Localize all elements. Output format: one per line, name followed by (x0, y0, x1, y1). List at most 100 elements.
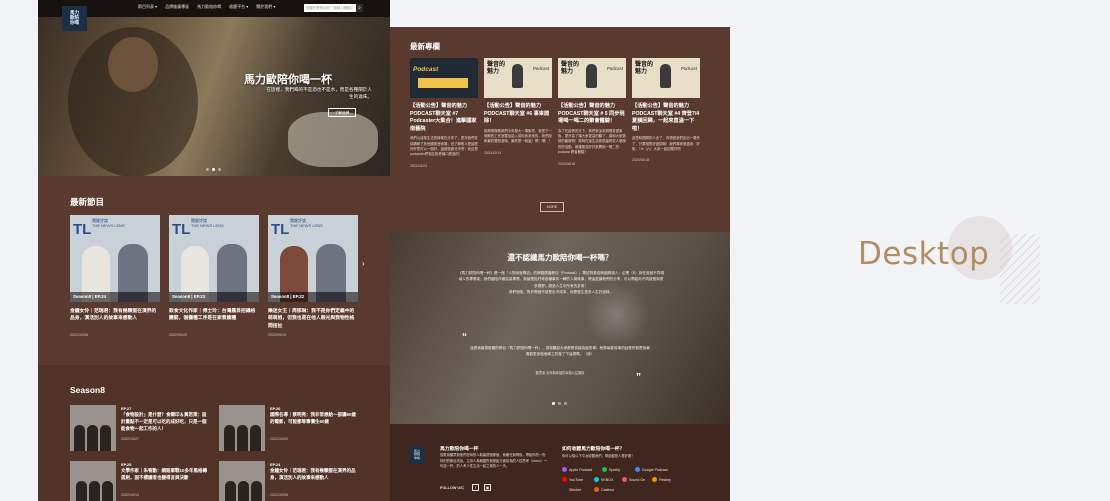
about-body-text: 《馬力歐陪你喝一杯》是一個「人物深度專訪」的網路廣播節目（Podcast）。專訪… (458, 271, 664, 288)
testimonial-dots[interactable] (552, 402, 567, 405)
carousel-dots[interactable] (206, 168, 221, 171)
column-card[interactable]: Podcast 【活動公告】聲音的魅力PODCAST聊天室 #7 Podcast… (410, 58, 478, 168)
nav-item-drink[interactable]: 馬力歐陪你喝 (197, 4, 221, 10)
episode-card[interactable]: TL 關鍵評論 THE NEWS LENS Season8 | EP.23 飲食文化… (169, 215, 259, 337)
episode-thumbnail: TL 關鍵評論 THE NEWS LENS Season8 | EP.23 (169, 215, 259, 302)
hero-banner: 馬力歐陪你喝一杯 在這裡，我們喝的不是酒也不是水，而是各種關於人生的滋味。 了解… (38, 17, 390, 176)
season8-heading: Season8 (70, 385, 105, 395)
facebook-icon[interactable]: f (472, 484, 479, 491)
search-input[interactable]: 想聽什麼節目呢？請輸入關鍵字搜尋 (304, 4, 356, 12)
season8-ep-number: EP.25 (121, 462, 132, 467)
season8-list-item[interactable]: EP.27 「食物設計」是什麼？食關印＆黃若萊：設計重點不一定是可以吃的成好吃，… (70, 405, 215, 453)
spotify-link[interactable]: Spotify (602, 466, 620, 473)
season8-list-item[interactable]: EP.25 文學作家｜朱宥勳：網路軍戰10多年風格轉孤劍，固不標讀者也變得言與決… (70, 461, 215, 501)
about-quote-section: 還不認識馬力歐陪你喝一杯嗎？ 《馬力歐陪你喝一杯》是一個「人物深度專訪」的網路廣… (390, 232, 730, 424)
youtube-icon (562, 477, 567, 482)
nav-menu: 節目列表 ▾ 品牌推廣專區 馬力歐陪你喝 收聽平台 ▾ 關於我們 ▾ (138, 4, 275, 10)
follow-us-label: FOLLOW US： (440, 486, 467, 490)
latest-columns-heading: 最新專欄 (410, 42, 440, 51)
episode-date: 2022/10/06 (70, 333, 88, 337)
platform-label: Spotify (609, 467, 620, 472)
search-icon[interactable]: ⌕ (356, 4, 363, 12)
spotify-icon (602, 467, 607, 472)
column-card[interactable]: 聲音的 魅力 Podcast 【活動公告】聲音的魅力PODCAST聊天室 #6 事束… (484, 58, 552, 155)
learn-brand-button[interactable]: 了解品牌 (328, 108, 356, 117)
column-date: 2020/06/18 (558, 161, 575, 166)
listen-description: 你可以從以下平台收聽我們，喝過都是人發好看！ (562, 454, 635, 458)
homepage-mockup: 節目列表 ▾ 品牌推廣專區 馬力歐陪你喝 收聽平台 ▾ 關於我們 ▾ 想聽什麼節… (38, 0, 390, 501)
season8-title[interactable]: 「食物設計」是什麼？食關印＆黃若萊：設計重點不一定是可以吃的成好吃，只是一個能食… (121, 412, 209, 432)
nav-item-about[interactable]: 關於我們 ▾ (256, 4, 275, 10)
season8-date: 2022/10/13 (121, 493, 139, 497)
top-navbar: 節目列表 ▾ 品牌推廣專區 馬力歐陪你喝 收聽平台 ▾ 關於我們 ▾ 想聽什麼節… (38, 0, 390, 17)
season8-thumbnail (219, 461, 265, 501)
about-heading: 還不認識馬力歐陪你喝一杯嗎？ (507, 253, 613, 262)
soundon-icon (622, 477, 627, 482)
episode-tag: Season8 | EP.22 (268, 292, 358, 302)
soundon-link[interactable]: Sound On (622, 476, 645, 483)
column-card[interactable]: 聲音的 魅力 Podcast 【活動公告】聲音的魅力PODCAST聊天室 #4 齊登… (632, 58, 700, 162)
season8-date: 2022/10/27 (121, 437, 139, 441)
hero-photo-face (108, 37, 158, 92)
column-title[interactable]: 【活動公告】聲音的魅力PODCAST聊天室 # 5 同步現場喝一喝二的聚會體驗！ (558, 103, 626, 126)
season8-ep-number: EP.27 (121, 406, 132, 411)
column-title[interactable]: 【活動公告】聲音的魅力PODCAST聊天室 #4 齊登7/4夏韻回歸，一起來直溫… (632, 103, 700, 133)
platform-label: Apple Podcast (569, 467, 593, 472)
platform-label: Firstory (659, 477, 671, 482)
column-title[interactable]: 【活動公告】聲音的魅力PODCAST聊天室 #6 事束開除！ (484, 103, 552, 126)
kkbox-link[interactable]: KKBOX (594, 476, 613, 483)
nav-item-platforms[interactable]: 收聽平台 ▾ (229, 4, 248, 10)
column-date: 2020/05/18 (632, 158, 649, 163)
footer-logo[interactable]: 馬力 歐陪 你喝 (410, 446, 424, 464)
episode-title[interactable]: 金鐘女伶｜范瑞君：我有幾顆蛋在演界的品身，演活別人的故事來感動人 (70, 308, 160, 331)
firstory-icon (652, 477, 657, 482)
season8-list-item[interactable]: EP.24 金鐘女伶｜范瑞君：我有幾顆蛋在演界的品身，演活別人的故事來感動人 2… (219, 461, 364, 501)
column-card[interactable]: 聲音的 魅力 Podcast 【活動公告】聲音的魅力PODCAST聊天室 # 5 同… (558, 58, 626, 166)
more-button[interactable]: MORE (540, 202, 564, 212)
platform-label: Stitcher (569, 487, 582, 492)
season8-ep-number: EP.24 (270, 462, 281, 467)
season8-list-item[interactable]: EP.26 國際名導｜蔡明亮：我非常想給一部講60歲的電影，可能都等事價生60歲… (219, 405, 364, 453)
footer-description: 從電臺聽眾與他們在時的人與最舒服那個，就著在與喝後，帶給你的一份特別的節目成品。… (440, 453, 548, 469)
castbox-icon (594, 487, 599, 492)
google-podcast-link[interactable]: Google Podcast (635, 466, 668, 473)
site-logo[interactable]: 馬力 歐陪 你喝 (62, 6, 87, 31)
apple-podcast-icon (562, 467, 567, 472)
column-thumbnail: 聲音的 魅力 Podcast (558, 58, 626, 98)
decorative-stripes (1000, 234, 1040, 304)
season8-title[interactable]: 國際名導｜蔡明亮：我非常想給一部講60歲的電影，可能都等事價生60歲 (270, 412, 358, 426)
kkbox-icon (594, 477, 599, 482)
listen-heading: 如何收聽馬力歐陪你喝一杯？ (562, 447, 625, 452)
youtube-link[interactable]: YouTube (562, 476, 583, 483)
episode-title[interactable]: 飲食文化作家｜傅士玲：台灣農目招攝格變窮，個攤種工序是在家煮國種 (169, 308, 259, 331)
column-date: 2021/03/03 (410, 163, 427, 168)
episode-thumbnail: TL 關鍵評論 THE NEWS LENS Season8 | EP.24 (70, 215, 160, 302)
instagram-icon[interactable]: ▣ (484, 484, 491, 491)
platform-label: YouTube (569, 477, 584, 482)
nav-item-brand[interactable]: 品牌推廣專區 (165, 4, 189, 10)
stitcher-link[interactable]: Stitcher (562, 486, 581, 493)
episode-title[interactable]: 樂迷女王｜周郁琳：我不是你們定義中的萌萌姐，但我也是在他人眼光與我物性格間扭扯 (268, 308, 358, 331)
season8-ep-number: EP.26 (270, 406, 281, 411)
episode-card[interactable]: TL 關鍵評論 THE NEWS LENS Season8 | EP.24 金鐘女伶… (70, 215, 160, 337)
episode-date: 2022/09/15 (268, 333, 286, 337)
columns-page-mockup: 最新專欄 Podcast 【活動公告】聲音的魅力PODCAST聊天室 #7 Po… (390, 27, 730, 501)
column-thumbnail: 聲音的 魅力 Podcast (484, 58, 552, 98)
episode-card[interactable]: TL 關鍵評論 THE NEWS LENS Season8 | EP.22 樂迷女王… (268, 215, 358, 337)
firstory-link[interactable]: Firstory (652, 476, 671, 483)
castbox-link[interactable]: Castbox (594, 486, 614, 493)
season8-thumbnail (70, 461, 116, 501)
episode-thumbnail: TL 關鍵評論 THE NEWS LENS Season8 | EP.22 (268, 215, 358, 302)
about-sub-text: 我們相信，對於喝酒不該是出不成本，而是發生更多人生好滋味。 (508, 289, 614, 294)
season8-title[interactable]: 金鐘女伶｜范瑞君：我有幾顆蛋在演界的品身，演活別人的故事來感動人 (270, 468, 358, 482)
apple-podcast-link[interactable]: Apple Podcast (562, 466, 592, 473)
carousel-next-icon[interactable]: › (362, 259, 365, 268)
season8-thumbnail (219, 405, 265, 451)
episode-date: 2022/09/22 (169, 333, 187, 337)
column-title[interactable]: 【活動公告】聲音的魅力PODCAST聊天室 #7 Podcaster大集合！進擊… (410, 103, 478, 133)
about-description: 《馬力歐陪你喝一杯》是一個「人物深度專訪」的網路廣播節目（Podcast）。專訪… (458, 270, 664, 295)
open-quote-icon: “ (462, 332, 467, 343)
nav-item-programs[interactable]: 節目列表 ▾ (138, 4, 157, 10)
stitcher-icon (562, 487, 567, 492)
season8-title[interactable]: 文學作家｜朱宥勳：網路軍戰10多年風格轉孤劍，固不標讀者也變得言與決斷 (121, 468, 209, 482)
